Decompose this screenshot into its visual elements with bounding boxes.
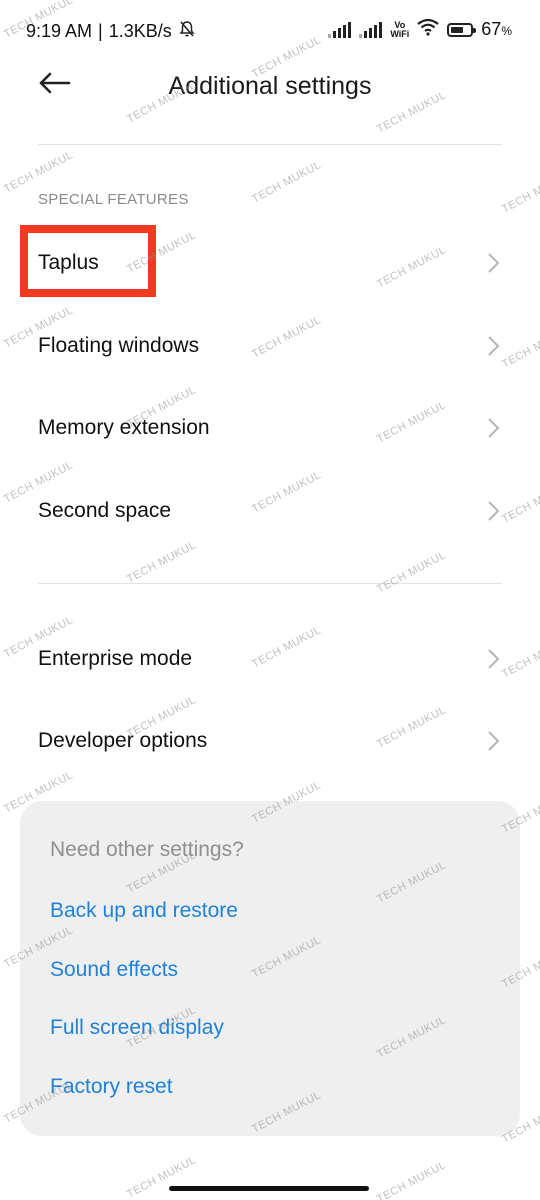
- watermark: TECH MUKUL: [125, 1154, 199, 1200]
- list-item-label: Memory extension: [38, 416, 210, 439]
- list-item-second-space[interactable]: Second space: [0, 470, 540, 552]
- suggestions-title: Need other settings?: [50, 838, 244, 861]
- battery-percent: 67%: [481, 19, 512, 39]
- settings-screen: 9:19 AM | 1.3KB/s Vo WiFi 67% Additional…: [0, 0, 540, 1200]
- list-item-label: Second space: [38, 499, 172, 522]
- watermark: TECH MUKUL: [375, 1159, 449, 1200]
- signal-2-icon: [359, 21, 383, 38]
- link-back-up-and-restore[interactable]: Back up and restore: [50, 899, 238, 923]
- list-item-label: Floating windows: [38, 334, 200, 357]
- watermark: TECH MUKUL: [375, 549, 449, 596]
- network-speed: 1.3KB/s: [108, 21, 172, 41]
- list-item-developer-options[interactable]: Developer options: [0, 700, 540, 782]
- page-title: Additional settings: [168, 72, 372, 100]
- status-left: 9:19 AM | 1.3KB/s: [26, 20, 196, 43]
- battery-icon: [447, 22, 477, 37]
- chevron-right-icon: [488, 731, 500, 751]
- list-item-label: Developer options: [38, 729, 208, 752]
- bell-muted-icon: [178, 20, 196, 43]
- chevron-right-icon: [488, 336, 500, 356]
- chevron-right-icon: [488, 649, 500, 669]
- chevron-right-icon: [488, 418, 500, 438]
- watermark: TECH MUKUL: [250, 159, 324, 206]
- list-item-label: Enterprise mode: [38, 647, 193, 670]
- header: Additional settings: [0, 62, 540, 144]
- status-bar: 9:19 AM | 1.3KB/s Vo WiFi 67%: [0, 0, 540, 62]
- chevron-right-icon: [488, 501, 500, 521]
- wifi-icon: [417, 18, 439, 41]
- divider: [38, 144, 502, 145]
- watermark: TECH MUKUL: [500, 169, 540, 216]
- list-item-memory-extension[interactable]: Memory extension: [0, 387, 540, 469]
- chevron-right-icon: [488, 253, 500, 273]
- divider: [38, 583, 502, 584]
- section-label: SPECIAL FEATURES: [38, 191, 189, 208]
- vowifi-icon: Vo WiFi: [390, 19, 410, 39]
- link-sound-effects[interactable]: Sound effects: [50, 958, 178, 982]
- signal-1-icon: [328, 21, 352, 38]
- status-right: Vo WiFi 67%: [328, 18, 512, 41]
- home-indicator[interactable]: [169, 1186, 369, 1191]
- watermark: TECH MUKUL: [2, 149, 76, 196]
- status-separator: |: [98, 21, 103, 41]
